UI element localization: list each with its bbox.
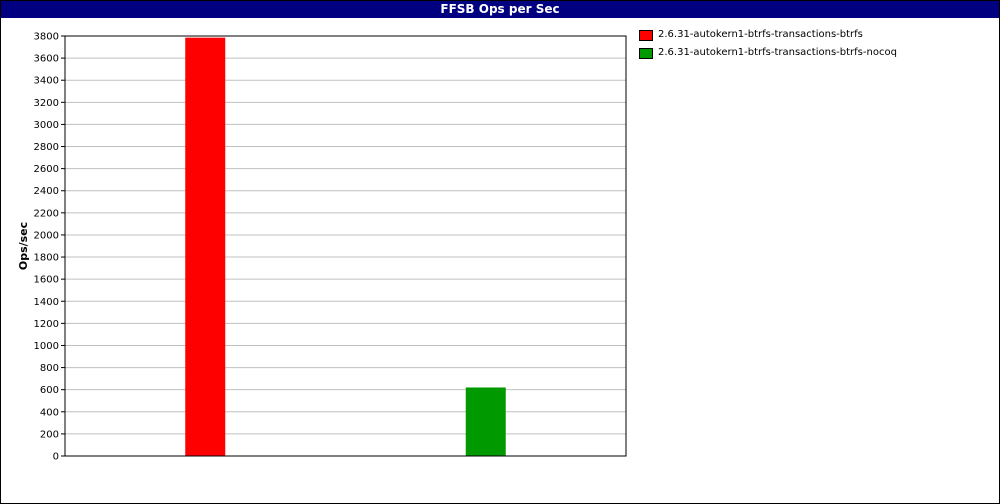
- y-tick-label: 2000: [34, 230, 59, 241]
- y-tick-label: 2800: [34, 142, 59, 153]
- y-tick-label: 3000: [34, 120, 59, 131]
- y-tick-label: 2600: [34, 164, 59, 175]
- y-tick-label: 600: [40, 385, 59, 396]
- y-tick-label: 1600: [34, 275, 59, 286]
- legend-label: 2.6.31-autokern1-btrfs-transactions-btrf…: [658, 29, 863, 40]
- legend-swatch: [639, 30, 653, 41]
- y-tick-label: 400: [40, 407, 59, 418]
- chart-plot: 0 200 400 600 800 1000 1200 1400 1600 1800 2000 220…: [17, 32, 627, 463]
- y-tick-label: 2200: [34, 208, 59, 219]
- bar-1: [185, 37, 226, 456]
- plot-area: [65, 36, 626, 456]
- y-tick-label: 200: [40, 429, 59, 440]
- y-axis-title: Ops/sec: [17, 222, 30, 270]
- y-tick-label: 1200: [34, 319, 59, 330]
- chart-frame: FFSB Ops per Sec 0 200 400 600 800 1000 1200 14…: [0, 0, 1000, 504]
- y-tick-label: 1000: [34, 341, 59, 352]
- legend-swatch: [639, 48, 653, 59]
- y-tick-label: 1800: [34, 253, 59, 264]
- y-tick-label: 3600: [34, 54, 59, 65]
- y-tick-label: 3800: [34, 32, 59, 43]
- y-tick-label: 800: [40, 363, 59, 374]
- y-tick-label: 0: [53, 452, 59, 463]
- legend-label: 2.6.31-autokern1-btrfs-transactions-btrf…: [658, 47, 897, 58]
- y-tick-label: 3200: [34, 98, 59, 109]
- y-tick-label: 1400: [34, 297, 59, 308]
- y-tick-label: 3400: [34, 76, 59, 87]
- y-tick-label: 2400: [34, 186, 59, 197]
- bar-2: [465, 387, 506, 456]
